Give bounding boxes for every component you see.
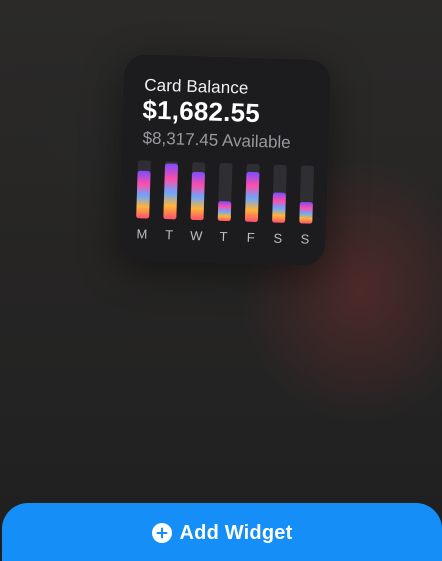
spending-bar [190,171,205,221]
weekday-labels: MTWTFSS [132,226,312,248]
weekday-label: W [189,227,204,244]
spending-bar [217,201,232,222]
weekday-label: M [136,226,148,242]
plus-circle-icon [151,523,172,543]
spending-bar [163,163,178,220]
card-balance-amount: $1,682.55 [142,94,261,129]
weekday-label: S [273,230,283,246]
add-widget-button[interactable]: Add Widget [2,503,442,561]
card-balance-widget[interactable]: Card Balance $1,682.55 $8,317.45 Availab… [117,53,332,267]
home-screen-background: Card Balance $1,682.55 $8,317.45 Availab… [0,0,442,561]
weekday-label: S [300,231,311,247]
spending-bar [244,171,260,223]
spending-bar [272,192,286,223]
spending-bar [299,202,313,224]
add-widget-label: Add Widget [179,521,293,544]
weekday-label: T [219,228,229,245]
weekday-label: T [164,227,174,243]
available-balance: $8,317.45 Available [142,128,291,153]
weekday-label: F [246,229,256,245]
weekly-spending-chart [136,160,314,224]
spending-bar [136,170,151,219]
